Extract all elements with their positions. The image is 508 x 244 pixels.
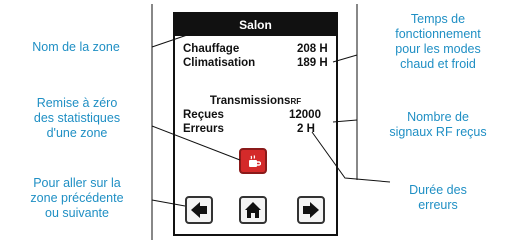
callout-rf-count: Nombre de signaux RF reçus xyxy=(370,110,506,140)
callout-text: Temps de xyxy=(410,12,466,26)
callout-text: Nombre de xyxy=(407,110,469,124)
callout-text: Pour aller sur la xyxy=(33,176,121,190)
callout-text: ou suivante xyxy=(45,206,109,220)
callout-navigate: Pour aller sur la zone précédente ou sui… xyxy=(2,176,152,221)
reset-button[interactable] xyxy=(239,148,267,174)
callout-text: des statistiques xyxy=(33,111,121,125)
rf-label-errors: Erreurs xyxy=(183,123,224,135)
arrow-left-icon xyxy=(190,201,208,224)
callout-reset: Remise à zéro des statistiques d'une zon… xyxy=(2,96,152,141)
rf-label-received: Reçues xyxy=(183,109,224,121)
home-button[interactable] xyxy=(239,196,267,224)
usage-label-cooling: Climatisation xyxy=(183,57,256,69)
callout-text: signaux RF reçus xyxy=(389,125,487,139)
callout-text: Nom de la zone xyxy=(32,40,120,54)
callout-text: erreurs xyxy=(418,198,458,212)
callout-text: chaud et froid xyxy=(400,57,476,71)
usage-label-heating: Chauffage xyxy=(183,43,240,55)
callout-zone-name: Nom de la zone xyxy=(6,40,146,55)
rf-heading-suffix: RF xyxy=(290,97,302,106)
callout-text: Durée des xyxy=(409,183,467,197)
usage-value-cooling: 189 H xyxy=(297,57,328,69)
reset-icon xyxy=(246,154,262,174)
device-screen: Salon Chauffage 208 H Climatisation 189 … xyxy=(173,12,338,236)
usage-value-heating: 208 H xyxy=(297,43,328,55)
rf-value-errors: 2 H xyxy=(297,123,315,135)
arrow-right-icon xyxy=(302,201,320,224)
home-icon xyxy=(244,201,262,224)
callout-run-time: Temps de fonctionnement pour les modes c… xyxy=(370,12,506,72)
rf-heading-text: Transmissions xyxy=(209,95,291,107)
callout-text: fonctionnement xyxy=(395,27,481,41)
callout-text: d'une zone xyxy=(46,126,108,140)
rf-heading: TransmissionsRF xyxy=(175,95,336,107)
callout-text: zone précédente xyxy=(30,191,124,205)
callout-error-duration: Durée des erreurs xyxy=(370,183,506,213)
callout-text: pour les modes xyxy=(395,42,481,56)
next-zone-button[interactable] xyxy=(297,196,325,224)
previous-zone-button[interactable] xyxy=(185,196,213,224)
zone-title: Salon xyxy=(175,14,336,36)
callout-text: Remise à zéro xyxy=(36,96,118,110)
rf-value-received: 12000 xyxy=(289,109,321,121)
